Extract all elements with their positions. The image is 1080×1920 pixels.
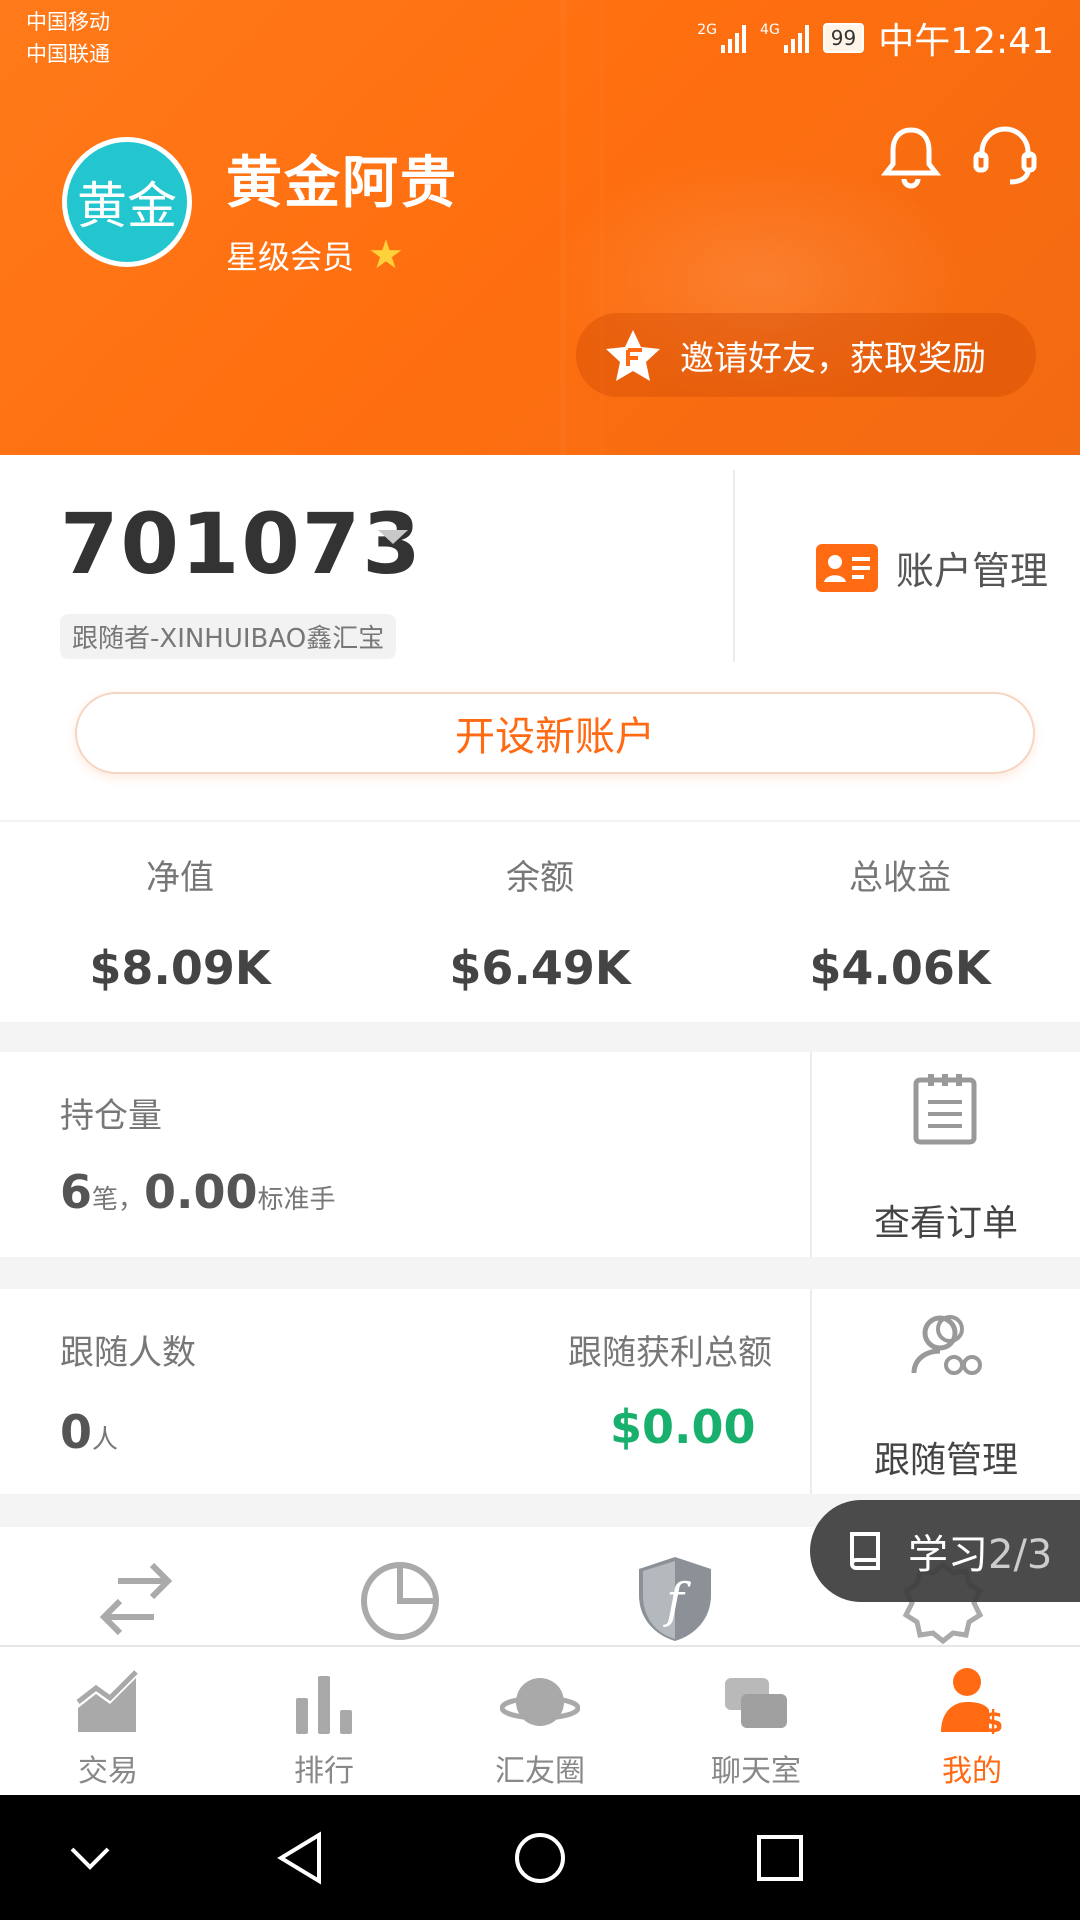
positions-value: 6 笔， 0.00 标准手: [60, 1165, 336, 1219]
battery-icon: 99: [822, 23, 865, 53]
chat-icon: [723, 1655, 789, 1734]
view-orders-button[interactable]: 查看订单: [810, 1052, 1080, 1257]
tab-label: 排行: [294, 1754, 354, 1789]
account-number[interactable]: 701073: [60, 495, 423, 593]
chevron-down-icon[interactable]: [50, 1823, 130, 1893]
clipboard-icon: [912, 1072, 978, 1150]
carrier-info: 中国移动 中国联通: [26, 6, 110, 70]
invite-label: 邀请好友，获取奖励: [680, 338, 986, 379]
follow-manage-button[interactable]: 跟随管理: [810, 1289, 1080, 1494]
carrier-2: 中国联通: [26, 42, 110, 66]
follow-profit-value: $0.00: [610, 1400, 756, 1454]
stat-label: 净值: [146, 858, 214, 898]
member-level-label: 星级会员: [226, 238, 355, 276]
id-card-icon: [816, 543, 878, 592]
account-dropdown-caret-icon[interactable]: [378, 530, 408, 544]
status-icons: 2G 4G 99 中午12:41: [697, 12, 1054, 64]
signal-2g-icon: 2G: [697, 23, 747, 53]
customer-service-icon[interactable]: [970, 122, 1040, 192]
positions-label: 持仓量: [60, 1096, 162, 1136]
avatar[interactable]: 黄金: [62, 137, 192, 267]
invite-friends-button[interactable]: 邀请好友，获取奖励: [576, 313, 1036, 397]
pie-chart-icon[interactable]: [360, 1557, 446, 1645]
stat-label: 余额: [506, 858, 574, 898]
stat-label: 总收益: [849, 858, 951, 898]
learn-progress: 2/3: [988, 1532, 1053, 1578]
positions-count: 6: [60, 1165, 93, 1219]
book-icon: [850, 1532, 880, 1570]
tab-ranking[interactable]: 排行: [216, 1655, 432, 1790]
stat-value: $8.09K: [89, 941, 271, 995]
stat-net-value: 净值 $8.09K: [30, 850, 330, 995]
open-new-account-button[interactable]: 开设新账户: [75, 692, 1035, 774]
member-level: 星级会员 ★: [226, 232, 404, 278]
learn-label: 学习: [908, 1532, 988, 1578]
shield-f-icon[interactable]: f: [635, 1555, 715, 1645]
followers-label: 跟随人数: [60, 1333, 196, 1373]
follow-manage-label: 跟随管理: [873, 1440, 1018, 1481]
follow-profit-label: 跟随获利总额: [568, 1333, 772, 1373]
user-dollar-icon: $: [939, 1655, 1005, 1734]
divider: [733, 470, 735, 662]
tab-label: 聊天室: [711, 1754, 801, 1789]
bar-chart-icon: [294, 1655, 354, 1734]
invite-star-icon: [606, 330, 660, 381]
tab-chatroom[interactable]: 聊天室: [648, 1655, 864, 1790]
star-icon: ★: [368, 232, 404, 278]
planet-icon: [500, 1655, 580, 1734]
positions-lots-unit: 标准手: [257, 1185, 336, 1215]
tab-label: 我的: [942, 1754, 1002, 1789]
followers-value: 0 人: [60, 1405, 118, 1459]
users-icon: [908, 1313, 984, 1383]
home-icon[interactable]: [500, 1823, 580, 1893]
tab-community[interactable]: 汇友圈: [432, 1655, 648, 1790]
recents-icon[interactable]: [740, 1823, 820, 1893]
view-orders-label: 查看订单: [873, 1203, 1018, 1244]
positions-lots: 0.00: [144, 1165, 258, 1219]
back-icon[interactable]: [260, 1823, 340, 1893]
positions-count-unit: 笔，: [92, 1185, 145, 1215]
signal-4g-icon: 4G: [760, 23, 809, 53]
tab-label: 交易: [78, 1754, 138, 1789]
stat-value: $6.49K: [449, 941, 631, 995]
learn-progress-button[interactable]: 学习2/3: [810, 1500, 1080, 1602]
stat-total-profit: 总收益 $4.06K: [750, 850, 1050, 995]
trade-chart-icon: [76, 1655, 140, 1734]
transfer-icon[interactable]: [88, 1557, 184, 1645]
svg-text:$: $: [983, 1705, 1004, 1734]
account-manage-label: 账户管理: [896, 549, 1049, 593]
stat-balance: 余额 $6.49K: [390, 850, 690, 995]
bell-icon[interactable]: [876, 122, 946, 192]
tab-trade[interactable]: 交易: [0, 1655, 216, 1790]
account-manage-button[interactable]: 账户管理: [816, 540, 1048, 595]
tab-label: 汇友圈: [495, 1754, 585, 1789]
followers-count-unit: 人: [92, 1425, 119, 1455]
clock: 中午12:41: [878, 21, 1054, 62]
followers-count: 0: [60, 1405, 93, 1459]
account-type-badge: 跟随者-XINHUIBAO鑫汇宝: [60, 614, 397, 659]
stat-value: $4.06K: [809, 941, 991, 995]
tab-mine[interactable]: $ 我的: [864, 1655, 1080, 1790]
user-name: 黄金阿贵: [226, 151, 458, 216]
carrier-1: 中国移动: [26, 10, 110, 34]
